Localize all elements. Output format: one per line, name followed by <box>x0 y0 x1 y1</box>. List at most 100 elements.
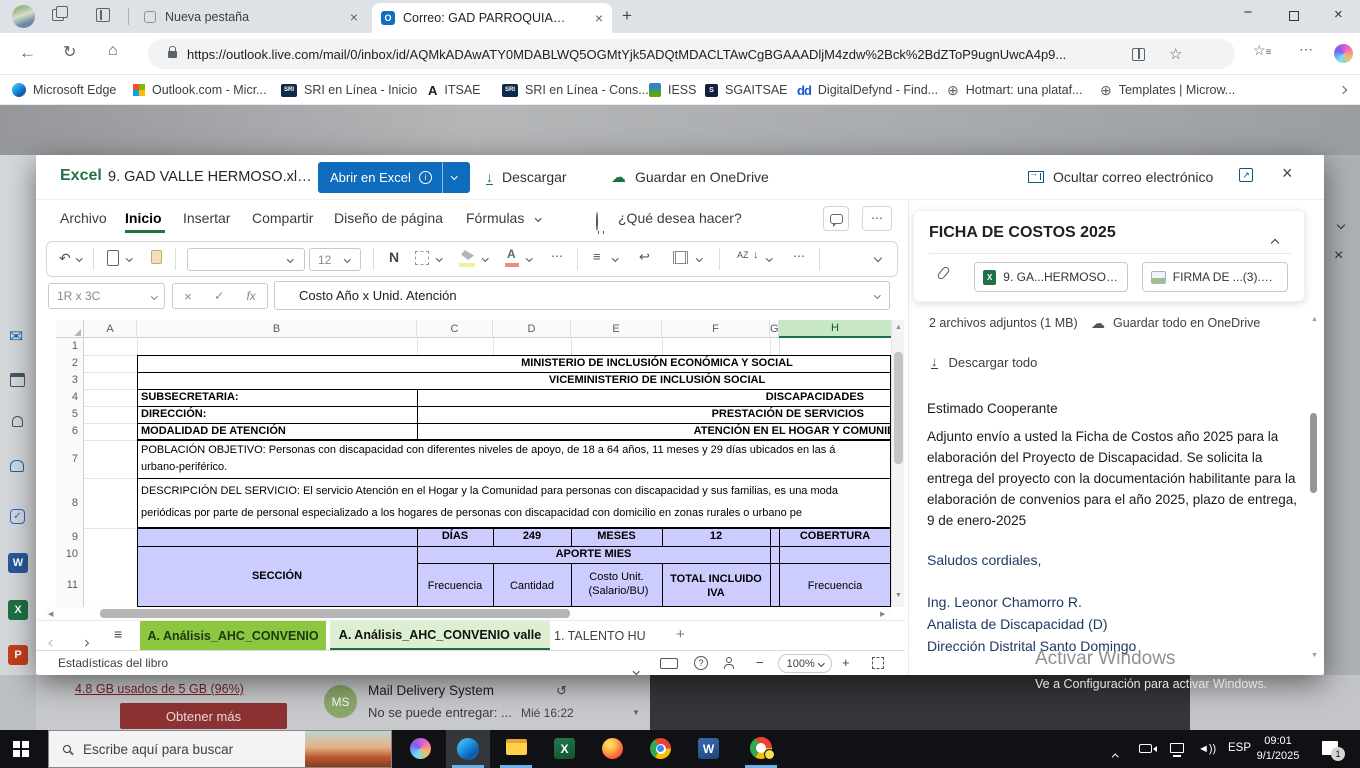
cell-direccion-value[interactable]: PRESTACIÓN DE SERVICIOS <box>422 408 864 420</box>
hide-email-button[interactable]: → Ocultar correo electrónico <box>1028 166 1213 188</box>
menu-archivo[interactable]: Archivo <box>60 210 107 226</box>
cell-descripcion-line2[interactable]: periódicas por parte de personal especia… <box>141 507 802 519</box>
col-header-g[interactable]: G <box>770 320 779 338</box>
row-header[interactable]: 8 <box>72 478 78 528</box>
paste-chevron-icon[interactable] <box>126 255 132 261</box>
taskbar-word-icon[interactable]: W <box>698 738 719 759</box>
format-painter-icon[interactable] <box>151 250 162 264</box>
browser-tab-inactive[interactable]: Nueva pestaña × <box>136 0 366 33</box>
sender-avatar[interactable]: MS <box>324 685 357 718</box>
tray-clock[interactable]: 09:01 9/1/2025 <box>1248 734 1308 764</box>
bookmark-item[interactable]: S SGAITSAE <box>705 75 788 105</box>
row-header[interactable]: 6 <box>72 423 78 440</box>
row-header[interactable]: 5 <box>72 406 78 423</box>
bold-button[interactable]: N <box>389 249 399 265</box>
bookmark-item[interactable]: A ITSAE <box>428 75 481 105</box>
paste-icon[interactable] <box>107 250 119 266</box>
email-scroll-down-icon[interactable]: ▼ <box>1311 652 1318 659</box>
row-header[interactable]: 2 <box>72 355 78 372</box>
zoom-in-icon[interactable]: + <box>842 655 850 670</box>
collapse-chevron-icon[interactable] <box>1272 233 1278 251</box>
bookmark-item[interactable]: dd DigitalDefynd - Find... <box>797 75 938 105</box>
fill-chevron-icon[interactable] <box>482 255 488 261</box>
sheet-next-icon[interactable] <box>83 632 88 650</box>
taskbar-search-box[interactable]: Escribe aquí para buscar <box>48 730 392 768</box>
browser-tab-active[interactable]: O Correo: GAD PARROQUIAL VALLE × <box>372 3 612 33</box>
hscroll-left-icon[interactable]: ◀ <box>48 610 53 618</box>
zoom-select[interactable]: 100% <box>778 654 832 673</box>
open-options-chevron-icon[interactable] <box>451 173 457 179</box>
cell-poblacion-line2[interactable]: urbano-periférico. <box>141 461 227 473</box>
bookmark-item[interactable]: ⊕ Templates | Microw... <box>1100 75 1235 105</box>
list-scroll-icon[interactable]: ▼ <box>632 708 640 717</box>
email-scroll-up-icon[interactable]: ▲ <box>1311 316 1318 323</box>
cell-aporte-mies[interactable]: APORTE MIES <box>417 548 770 560</box>
cell-poblacion-line1[interactable]: POBLACIÓN OBJETIVO: Personas con discapa… <box>141 444 835 456</box>
row-header[interactable]: 3 <box>72 372 78 389</box>
vertical-tabs-icon[interactable] <box>96 8 110 22</box>
attachment-chip-image[interactable]: FIRMA DE ...(3).png <box>1142 262 1288 292</box>
confirm-entry-icon[interactable]: ✓ <box>214 289 224 303</box>
font-name-select[interactable] <box>187 248 305 271</box>
download-all-button[interactable]: ↓ Descargar todo <box>931 352 1037 372</box>
undo-icon[interactable]: ↶ <box>59 250 71 267</box>
col-header-b[interactable]: B <box>137 320 417 338</box>
close-preview-icon[interactable]: × <box>1282 163 1293 184</box>
stats-chevron-icon[interactable] <box>634 660 639 675</box>
menu-more-chevron-icon[interactable] <box>535 215 541 221</box>
tray-volume-icon[interactable]: ◄)) <box>1198 743 1216 755</box>
cell-dias-value[interactable]: 249 <box>493 530 571 542</box>
bookmark-item[interactable]: IESS <box>649 75 697 105</box>
fill-color-icon[interactable] <box>461 250 474 260</box>
col-header-a[interactable]: A <box>84 320 137 338</box>
toolbar-more-icon[interactable]: ⋯ <box>793 249 805 263</box>
add-sheet-icon[interactable]: + <box>676 626 685 643</box>
cell-costo-unit[interactable]: Costo Unit. (Salario/BU) <box>571 570 662 598</box>
cancel-entry-icon[interactable]: × <box>184 289 192 304</box>
accessibility-icon[interactable] <box>726 657 732 663</box>
taskbar-chrome-icon[interactable] <box>650 738 671 759</box>
row-header[interactable]: 11 <box>67 563 78 607</box>
save-all-onedrive-button[interactable]: ☁ Guardar todo en OneDrive <box>1091 313 1260 333</box>
copilot-icon[interactable] <box>1334 44 1353 63</box>
workbook-stats-label[interactable]: Estadísticas del libro <box>58 656 168 670</box>
tray-meet-now-icon[interactable] <box>1139 744 1152 753</box>
favorite-star-icon[interactable]: ☆ <box>1169 45 1182 63</box>
ribbon-more-button[interactable]: ⋯ <box>862 206 892 231</box>
cell-modalidad-value[interactable]: ATENCIÓN EN EL HOGAR Y COMUNIDAD <box>422 425 891 437</box>
borders-chevron-icon[interactable] <box>436 255 442 261</box>
merge-chevron-icon[interactable] <box>696 255 702 261</box>
open-in-excel-button[interactable]: Abrir en Excel i <box>318 162 470 193</box>
sheet-tab-3[interactable]: 1. TALENTO HU <box>554 621 656 651</box>
cell-frecuencia-2[interactable]: Frecuencia <box>779 580 891 592</box>
cell-total-iva[interactable]: TOTAL INCLUIDO IVA <box>662 572 770 600</box>
window-restore-button[interactable] <box>1289 11 1299 21</box>
people-icon[interactable] <box>12 416 23 427</box>
taskbar-excel-icon[interactable]: X <box>554 738 575 759</box>
row-header[interactable]: 9 <box>72 528 78 546</box>
menu-formulas[interactable]: Fórmulas <box>466 210 524 226</box>
borders-icon[interactable] <box>415 251 429 265</box>
sheet-tab-2-active[interactable]: A. Análisis_AHC_CONVENIO valle <box>330 621 550 651</box>
cell-cobertura[interactable]: COBERTURA <box>779 530 891 542</box>
cell-descripcion-line1[interactable]: DESCRIPCIÓN DEL SERVICIO: El servicio At… <box>141 485 838 497</box>
select-all-corner[interactable] <box>56 320 84 338</box>
align-icon[interactable]: ≡ <box>593 249 601 264</box>
split-screen-icon[interactable] <box>1132 48 1145 61</box>
align-chevron-icon[interactable] <box>612 255 618 261</box>
tab-close-icon[interactable]: × <box>350 9 358 25</box>
vscroll-down-icon[interactable]: ▼ <box>895 592 902 599</box>
home-icon[interactable]: ⌂ <box>108 42 118 60</box>
window-minimize-button[interactable]: − <box>1235 4 1261 21</box>
todo-check-icon[interactable]: ✓ <box>10 509 25 524</box>
cell-subsecretaria-value[interactable]: DISCAPACIDADES <box>422 391 864 403</box>
bookmarks-overflow-icon[interactable] <box>1340 82 1346 96</box>
vscroll-up-icon[interactable]: ▲ <box>895 324 902 331</box>
browser-menu-icon[interactable]: ⋯ <box>1299 41 1313 58</box>
calendar-icon[interactable] <box>10 373 25 387</box>
tellme-label[interactable]: ¿Qué desea hacer? <box>618 210 742 226</box>
cell-dias-label[interactable]: DÍAS <box>417 530 493 542</box>
cell-modalidad-label[interactable]: MODALIDAD DE ATENCIÓN <box>141 425 286 437</box>
popout-icon[interactable]: ↗ <box>1239 168 1253 182</box>
cell-meses-label[interactable]: MESES <box>571 530 662 542</box>
